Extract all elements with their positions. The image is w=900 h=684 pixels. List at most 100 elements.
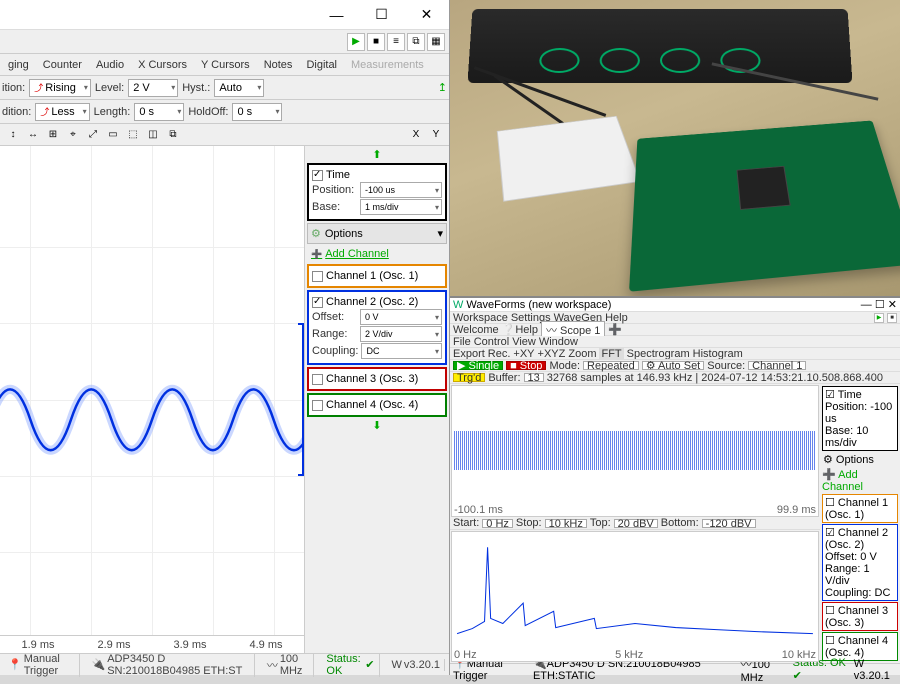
- edge-select[interactable]: Rising: [29, 79, 91, 97]
- scroll-down-icon[interactable]: ⬇: [307, 419, 447, 432]
- tool-y-icon[interactable]: Y: [427, 126, 445, 144]
- position-select[interactable]: -100 us: [360, 182, 442, 198]
- btn-zoom[interactable]: Zoom: [568, 348, 596, 360]
- menu-workspace[interactable]: Workspace: [453, 312, 508, 324]
- grid-icon[interactable]: ▦: [427, 33, 445, 51]
- mini-min-icon[interactable]: —: [861, 299, 872, 311]
- ch2-checkbox[interactable]: [312, 297, 323, 308]
- fft-bottom[interactable]: -120 dBV: [702, 519, 756, 528]
- channel-1-box[interactable]: Channel 1 (Osc. 1): [307, 264, 447, 288]
- btn-histogram[interactable]: Histogram: [693, 348, 743, 360]
- mini-options[interactable]: ⚙ Options: [822, 452, 898, 467]
- tab-measurements[interactable]: Measurements: [345, 57, 430, 73]
- layout-icon[interactable]: ≡: [387, 33, 405, 51]
- ch1-checkbox[interactable]: [312, 271, 323, 282]
- mini-max-icon[interactable]: ☐: [875, 298, 885, 311]
- btn-spectrogram[interactable]: Spectrogram: [627, 348, 690, 360]
- mini-help-icon[interactable]: ❔Help: [502, 323, 538, 336]
- tool-region-icon[interactable]: ⬚: [124, 126, 142, 144]
- menu-control[interactable]: Control: [474, 336, 509, 348]
- tab-counter[interactable]: Counter: [37, 57, 88, 73]
- mini-close-icon[interactable]: ✕: [888, 298, 897, 311]
- src-select[interactable]: Channel 1: [748, 361, 806, 370]
- src-label: Source:: [707, 360, 745, 372]
- minimize-button[interactable]: —: [314, 0, 359, 30]
- options-header[interactable]: Options▾: [307, 223, 447, 244]
- mini-ch3[interactable]: ☐ Channel 3 (Osc. 3): [822, 602, 898, 631]
- scroll-up-icon[interactable]: ⬆: [307, 148, 447, 161]
- buffer-value[interactable]: 13: [524, 373, 544, 382]
- channel-3-box[interactable]: Channel 3 (Osc. 3): [307, 367, 447, 391]
- tool-x-icon[interactable]: X: [407, 126, 425, 144]
- fft-stop[interactable]: 10 kHz: [545, 519, 587, 528]
- btn-xy[interactable]: +XY: [513, 348, 534, 360]
- fft-start[interactable]: 0 Hz: [482, 519, 513, 528]
- single-button[interactable]: ▶ Single: [453, 361, 503, 370]
- play-icon[interactable]: ▶: [347, 33, 365, 51]
- ch4-checkbox[interactable]: [312, 400, 323, 411]
- tab-notes[interactable]: Notes: [258, 57, 299, 73]
- tab-welcome[interactable]: Welcome: [453, 324, 499, 336]
- stop-button[interactable]: ■ Stop: [506, 361, 546, 370]
- tool-split-icon[interactable]: ◫: [144, 126, 162, 144]
- base-select[interactable]: 1 ms/div: [360, 199, 442, 215]
- length-select[interactable]: 0 s: [134, 103, 184, 121]
- mini-pos[interactable]: -100 us: [825, 401, 892, 425]
- fft-stop-label: Stop:: [516, 517, 542, 529]
- status-device[interactable]: 🔌ADP3450 D SN:210018B04985 ETH:ST: [88, 653, 255, 677]
- mini-time-plot[interactable]: -100.1 ms 99.9 ms: [451, 385, 819, 517]
- fft-top[interactable]: 20 dBV: [614, 519, 658, 528]
- menu-window[interactable]: Window: [539, 336, 578, 348]
- trigger-up-icon[interactable]: ↥: [438, 81, 447, 94]
- tab-ycursors[interactable]: Y Cursors: [195, 57, 256, 73]
- status-trigger[interactable]: 📍Manual Trigger: [4, 653, 80, 677]
- time-checkbox[interactable]: [312, 170, 323, 181]
- mode-select[interactable]: Repeated: [583, 361, 639, 370]
- holdoff-select[interactable]: 0 s: [232, 103, 282, 121]
- tool-rect-icon[interactable]: ▭: [104, 126, 122, 144]
- add-channel-button[interactable]: Add Channel: [307, 246, 447, 262]
- tool-pan-icon[interactable]: ⤢: [84, 126, 102, 144]
- mini-ch1[interactable]: ☐ Channel 1 (Osc. 1): [822, 494, 898, 523]
- close-button[interactable]: ✕: [404, 0, 449, 30]
- level-select[interactable]: 2 V: [128, 79, 178, 97]
- mode-label: Mode:: [549, 360, 580, 372]
- tab-xcursors[interactable]: X Cursors: [132, 57, 193, 73]
- tab-add-icon[interactable]: ➕: [608, 323, 622, 336]
- mini-fft-plot[interactable]: 0 Hz 5 kHz 10 kHz: [451, 531, 819, 663]
- plot-region[interactable]: 1.9 ms 2.9 ms 3.9 ms 4.9 ms: [0, 146, 304, 653]
- tool-zoom-x-icon[interactable]: ↔: [24, 126, 42, 144]
- trigger-row-2: dition: Less Length: 0 s HoldOff: 0 s: [0, 100, 449, 124]
- tool-multi-icon[interactable]: ⧉: [164, 126, 182, 144]
- ch2-coupling-select[interactable]: DC: [361, 343, 442, 359]
- mini-play-icon[interactable]: ▶: [874, 313, 884, 323]
- tool-target-icon[interactable]: ⌖: [64, 126, 82, 144]
- window-icon[interactable]: ⧉: [407, 33, 425, 51]
- autoset-button[interactable]: ⚙ Auto Set: [642, 361, 705, 370]
- menu-help[interactable]: Help: [605, 312, 628, 324]
- mini-stop-icon[interactable]: ■: [887, 313, 897, 323]
- tool-fit-icon[interactable]: ⊞: [44, 126, 62, 144]
- stop-icon[interactable]: ■: [367, 33, 385, 51]
- maximize-button[interactable]: ☐: [359, 0, 404, 30]
- tab-logging[interactable]: ging: [2, 57, 35, 73]
- btn-rec[interactable]: Rec.: [488, 348, 511, 360]
- hyst-select[interactable]: Auto: [214, 79, 264, 97]
- tool-zoom-y-icon[interactable]: ↕: [4, 126, 22, 144]
- tab-digital[interactable]: Digital: [300, 57, 343, 73]
- menu-view[interactable]: View: [512, 336, 536, 348]
- btn-export[interactable]: Export: [453, 348, 485, 360]
- btn-fft[interactable]: FFT: [599, 348, 623, 360]
- ch2-range-select[interactable]: 2 V/div: [360, 326, 442, 342]
- channel-4-box[interactable]: Channel 4 (Osc. 4): [307, 393, 447, 417]
- mini-base[interactable]: 10 ms/div: [825, 425, 868, 449]
- ch2-offset-select[interactable]: 0 V: [360, 309, 442, 325]
- less-select[interactable]: Less: [35, 103, 89, 121]
- tab-audio[interactable]: Audio: [90, 57, 130, 73]
- menu-file[interactable]: File: [453, 336, 471, 348]
- ch3-checkbox[interactable]: [312, 374, 323, 385]
- mini-add-channel[interactable]: ➕ Add Channel: [822, 468, 898, 493]
- btn-xyz[interactable]: +XYZ: [538, 348, 566, 360]
- chevron-down-icon: ▾: [437, 227, 443, 240]
- time-title: Time: [326, 169, 350, 181]
